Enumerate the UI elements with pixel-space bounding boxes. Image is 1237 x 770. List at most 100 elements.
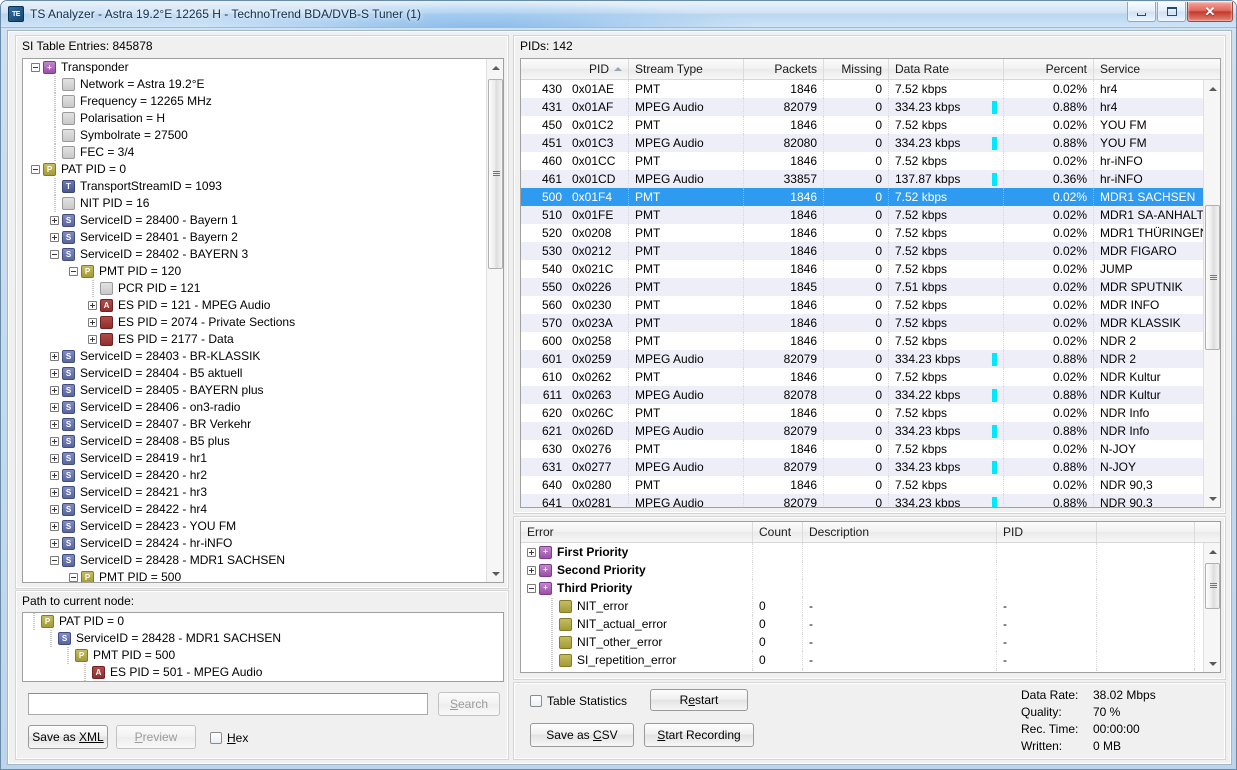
collapse-minus-icon[interactable] — [69, 267, 78, 276]
scrollbar-thumb[interactable] — [488, 79, 503, 269]
expand-plus-icon[interactable] — [50, 505, 59, 514]
si-tree-node[interactable]: SServiceID = 28420 - hr2 — [23, 467, 486, 484]
pids-column-header[interactable]: Missing — [824, 59, 889, 79]
table-row[interactable]: 4310x01AFMPEG Audio820790334.23 kbps0.88… — [521, 98, 1203, 116]
error-tree-node[interactable]: NIT_other_error0-- — [521, 633, 1203, 651]
si-tree-node[interactable]: PPMT PID = 120 — [23, 263, 486, 280]
table-row[interactable]: 6410x0281MPEG Audio820790334.23 kbps0.88… — [521, 494, 1203, 507]
error-tree-node[interactable]: +Third Priority — [521, 579, 1203, 597]
collapse-minus-icon[interactable] — [527, 584, 536, 593]
errors-body[interactable]: +First Priority+Second Priority+Third Pr… — [521, 543, 1203, 672]
table-statistics-checkbox-box[interactable] — [530, 695, 542, 707]
collapse-minus-icon[interactable] — [69, 573, 78, 582]
scroll-down-icon[interactable] — [1204, 655, 1221, 672]
pids-column-header[interactable]: Percent — [1004, 59, 1094, 79]
path-tree-view[interactable]: PPAT PID = 0SServiceID = 28428 - MDR1 SA… — [22, 612, 504, 682]
table-row[interactable]: 5600x0230PMT184607.52 kbps0.02%MDR INFO — [521, 296, 1203, 314]
search-input[interactable] — [28, 693, 428, 715]
table-row[interactable]: 4510x01C3MPEG Audio820800334.23 kbps0.88… — [521, 134, 1203, 152]
table-row[interactable]: 5700x023APMT184607.52 kbps0.02%MDR KLASS… — [521, 314, 1203, 332]
scroll-up-icon[interactable] — [1204, 80, 1221, 97]
pids-column-header[interactable]: PID — [521, 59, 629, 79]
table-row[interactable]: 5300x0212PMT184607.52 kbps0.02%MDR FIGAR… — [521, 242, 1203, 260]
expand-plus-icon[interactable] — [50, 386, 59, 395]
table-row[interactable]: 4610x01CDMPEG Audio338570137.87 kbps0.36… — [521, 170, 1203, 188]
si-tree-node[interactable]: SServiceID = 28407 - BR Verkehr — [23, 416, 486, 433]
expand-plus-icon[interactable] — [50, 369, 59, 378]
table-row[interactable]: 6200x026CPMT184607.52 kbps0.02%NDR Info — [521, 404, 1203, 422]
expand-plus-icon[interactable] — [50, 539, 59, 548]
collapse-minus-icon[interactable] — [50, 250, 59, 259]
si-tree-node[interactable]: SServiceID = 28428 - MDR1 SACHSEN — [23, 552, 486, 569]
pids-column-header[interactable]: Stream Type — [629, 59, 744, 79]
table-row[interactable]: 4300x01AEPMT184607.52 kbps0.02%hr4 — [521, 80, 1203, 98]
preview-button[interactable]: Preview — [116, 725, 196, 749]
errors-column-header[interactable]: Description — [803, 522, 997, 542]
hex-checkbox-box[interactable] — [210, 732, 222, 744]
error-tree-node[interactable]: +First Priority — [521, 543, 1203, 561]
si-tree-node[interactable]: Frequency = 12265 MHz — [23, 93, 486, 110]
errors-header-row[interactable]: ErrorCountDescriptionPID — [521, 522, 1220, 543]
minimize-button[interactable] — [1127, 2, 1156, 22]
si-tree-node[interactable]: SServiceID = 28424 - hr-iNFO — [23, 535, 486, 552]
expand-plus-icon[interactable] — [88, 335, 97, 344]
table-row[interactable]: 6300x0276PMT184607.52 kbps0.02%N-JOY — [521, 440, 1203, 458]
si-tree-node[interactable]: SServiceID = 28408 - B5 plus — [23, 433, 486, 450]
si-tree-node[interactable]: PPAT PID = 0 — [23, 161, 486, 178]
expand-plus-icon[interactable] — [50, 437, 59, 446]
save-as-xml-button[interactable]: Save as XML — [28, 725, 108, 749]
table-row[interactable]: 6010x0259MPEG Audio820790334.23 kbps0.88… — [521, 350, 1203, 368]
error-tree-node[interactable]: NIT_actual_error0-- — [521, 615, 1203, 633]
scroll-up-icon[interactable] — [487, 59, 504, 76]
si-tree-node[interactable]: ES PID = 2177 - Data — [23, 331, 486, 348]
si-tree-node[interactable]: Polarisation = H — [23, 110, 486, 127]
si-tree-node[interactable]: AES PID = 121 - MPEG Audio — [23, 297, 486, 314]
table-row[interactable]: 4600x01CCPMT184607.52 kbps0.02%hr-iNFO — [521, 152, 1203, 170]
si-tree-node[interactable]: ES PID = 2074 - Private Sections — [23, 314, 486, 331]
si-tree-node[interactable]: Network = Astra 19.2°E — [23, 76, 486, 93]
expand-plus-icon[interactable] — [50, 471, 59, 480]
error-tree-node[interactable]: NIT_error0-- — [521, 597, 1203, 615]
close-button[interactable]: ✕ — [1187, 2, 1233, 22]
table-row[interactable]: 5100x01FEPMT184607.52 kbps0.02%MDR1 SA-A… — [521, 206, 1203, 224]
table-row[interactable]: 6000x0258PMT184607.52 kbps0.02%NDR 2 — [521, 332, 1203, 350]
pids-header-row[interactable]: PIDStream TypePacketsMissingData RatePer… — [521, 59, 1220, 80]
expand-plus-icon[interactable] — [50, 233, 59, 242]
hex-checkbox[interactable]: Hex — [210, 731, 248, 745]
error-tree-node[interactable]: SI_repetition_error0-- — [521, 651, 1203, 669]
si-tree-node[interactable]: SServiceID = 28422 - hr4 — [23, 501, 486, 518]
si-tree-scrollbar[interactable] — [486, 59, 503, 582]
si-tree-node[interactable]: PPMT PID = 500 — [23, 569, 486, 582]
si-tree-node[interactable]: SServiceID = 28404 - B5 aktuell — [23, 365, 486, 382]
collapse-minus-icon[interactable] — [31, 63, 40, 72]
si-tree-node[interactable]: TTransportStreamID = 1093 — [23, 178, 486, 195]
table-row[interactable]: 5200x0208PMT184607.52 kbps0.02%MDR1 THÜR… — [521, 224, 1203, 242]
table-row[interactable]: 6400x0280PMT184607.52 kbps0.02%NDR 90,3 — [521, 476, 1203, 494]
errors-list[interactable]: ErrorCountDescriptionPID +First Priority… — [520, 521, 1221, 673]
maximize-button[interactable] — [1157, 2, 1186, 22]
restart-button[interactable]: Restart — [650, 689, 748, 711]
expand-plus-icon[interactable] — [50, 522, 59, 531]
expand-plus-icon[interactable] — [50, 488, 59, 497]
scrollbar-thumb[interactable] — [1205, 563, 1220, 609]
si-tree-node[interactable]: SServiceID = 28421 - hr3 — [23, 484, 486, 501]
si-tree-view[interactable]: +TransponderNetwork = Astra 19.2°EFreque… — [22, 58, 504, 583]
scroll-up-icon[interactable] — [1204, 543, 1221, 560]
pids-column-header[interactable]: Service — [1094, 59, 1221, 79]
table-row[interactable]: 6110x0263MPEG Audio820780334.22 kbps0.88… — [521, 386, 1203, 404]
expand-plus-icon[interactable] — [50, 454, 59, 463]
si-tree-node[interactable]: NIT PID = 16 — [23, 195, 486, 212]
si-tree-node[interactable]: SServiceID = 28405 - BAYERN plus — [23, 382, 486, 399]
table-statistics-checkbox[interactable]: Table Statistics — [530, 694, 627, 708]
table-row[interactable]: 5500x0226PMT184507.51 kbps0.02%MDR SPUTN… — [521, 278, 1203, 296]
table-row[interactable]: 6210x026DMPEG Audio820790334.23 kbps0.88… — [521, 422, 1203, 440]
si-tree-node[interactable]: PCR PID = 121 — [23, 280, 486, 297]
table-row[interactable]: 6310x0277MPEG Audio820790334.23 kbps0.88… — [521, 458, 1203, 476]
path-node[interactable]: PPAT PID = 0 — [23, 613, 503, 630]
expand-plus-icon[interactable] — [50, 403, 59, 412]
si-tree-node[interactable]: SServiceID = 28419 - hr1 — [23, 450, 486, 467]
save-as-csv-button[interactable]: Save as CSV — [530, 723, 634, 747]
collapse-minus-icon[interactable] — [31, 165, 40, 174]
errors-column-header[interactable]: Error — [521, 522, 753, 542]
table-row[interactable]: 6100x0262PMT184607.52 kbps0.02%NDR Kultu… — [521, 368, 1203, 386]
